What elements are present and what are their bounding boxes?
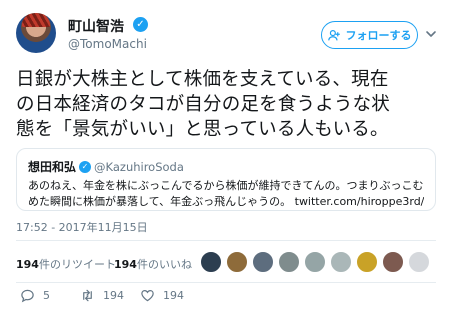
reply-icon: [21, 289, 34, 303]
liker-avatar[interactable]: [252, 251, 274, 273]
liker-avatar[interactable]: [278, 251, 300, 273]
like-button[interactable]: 194: [140, 288, 184, 303]
user-name[interactable]: 町山智浩: [68, 16, 124, 36]
heart-icon: [141, 290, 154, 302]
person-add-icon: [327, 29, 340, 40]
liker-avatar[interactable]: [226, 251, 248, 273]
quoted-text-line: あのねえ、年金を株にぶっこんでるから株価が維持できてんの。つまりぶっこむのや: [28, 179, 424, 192]
tweet-text-line: 態を「景気がいい」と思っている人もいる。: [16, 119, 389, 140]
divider: [16, 282, 436, 283]
reply-count: 5: [43, 289, 50, 302]
quoted-text-line: めた瞬間に株価が暴落して、年金ぶっ飛んじゃうの。: [28, 195, 292, 208]
like-action-count: 194: [163, 289, 184, 302]
like-count-label: 件のいいね: [136, 258, 192, 271]
like-count-stat[interactable]: 194件のいいね: [114, 256, 192, 272]
liker-avatar[interactable]: [304, 251, 326, 273]
liker-avatar[interactable]: [330, 251, 352, 273]
tweet-stats: 194件のリツイート 194件のいいね: [16, 246, 436, 282]
avatar-hair: [22, 13, 50, 27]
quoted-user-name: 想田和弘: [28, 160, 77, 174]
quoted-user-handle: @KazuhiroSoda: [94, 159, 184, 174]
retweet-button[interactable]: 194: [80, 288, 124, 303]
verified-icon: ✓: [79, 160, 92, 173]
retweet-icon: [83, 289, 92, 302]
retweet-count: 194: [16, 258, 39, 271]
follow-button[interactable]: フォローする: [321, 21, 418, 49]
liker-avatar[interactable]: [200, 251, 222, 273]
liker-avatar[interactable]: [382, 251, 404, 273]
like-count: 194: [114, 258, 137, 271]
tweet-text: 日銀が大株主として株価を支えている、現在 の日本経済のタコが自分の足を食うような…: [16, 67, 436, 142]
tweet-actions: 5 194 194: [16, 288, 436, 308]
liker-avatar[interactable]: [356, 251, 378, 273]
quoted-tweet[interactable]: 想田和弘 ✓ @KazuhiroSoda あのねえ、年金を株にぶっこんでるから株価が…: [16, 148, 436, 211]
divider: [16, 240, 436, 241]
reply-button[interactable]: 5: [20, 288, 50, 303]
user-handle[interactable]: @TomoMachi: [68, 37, 147, 51]
liker-avatar[interactable]: [408, 251, 430, 273]
tweet-header: 町山智浩 ✓ @TomoMachi フォローする: [16, 10, 436, 60]
retweet-count-label: 件のリツイート: [38, 258, 116, 271]
quoted-link[interactable]: twitter.com/hiroppe3rd/sta...: [295, 195, 424, 208]
chevron-down-icon[interactable]: [424, 27, 438, 41]
tweet-timestamp[interactable]: 17:52 - 2017年11月15日: [16, 219, 148, 235]
retweet-count-stat[interactable]: 194件のリツイート: [16, 256, 116, 272]
verified-icon: ✓: [133, 17, 148, 32]
tweet-text-line: の日本経済のタコが自分の足を食うような状: [16, 94, 391, 115]
retweet-action-count: 194: [103, 289, 124, 302]
tweet-text-line: 日銀が大株主として株価を支えている、現在: [16, 69, 389, 90]
avatar[interactable]: [16, 13, 56, 53]
follow-button-label: フォローする: [345, 29, 412, 42]
quoted-tweet-text: あのねえ、年金を株にぶっこんでるから株価が維持できてんの。つまりぶっこむのや め…: [28, 178, 424, 210]
